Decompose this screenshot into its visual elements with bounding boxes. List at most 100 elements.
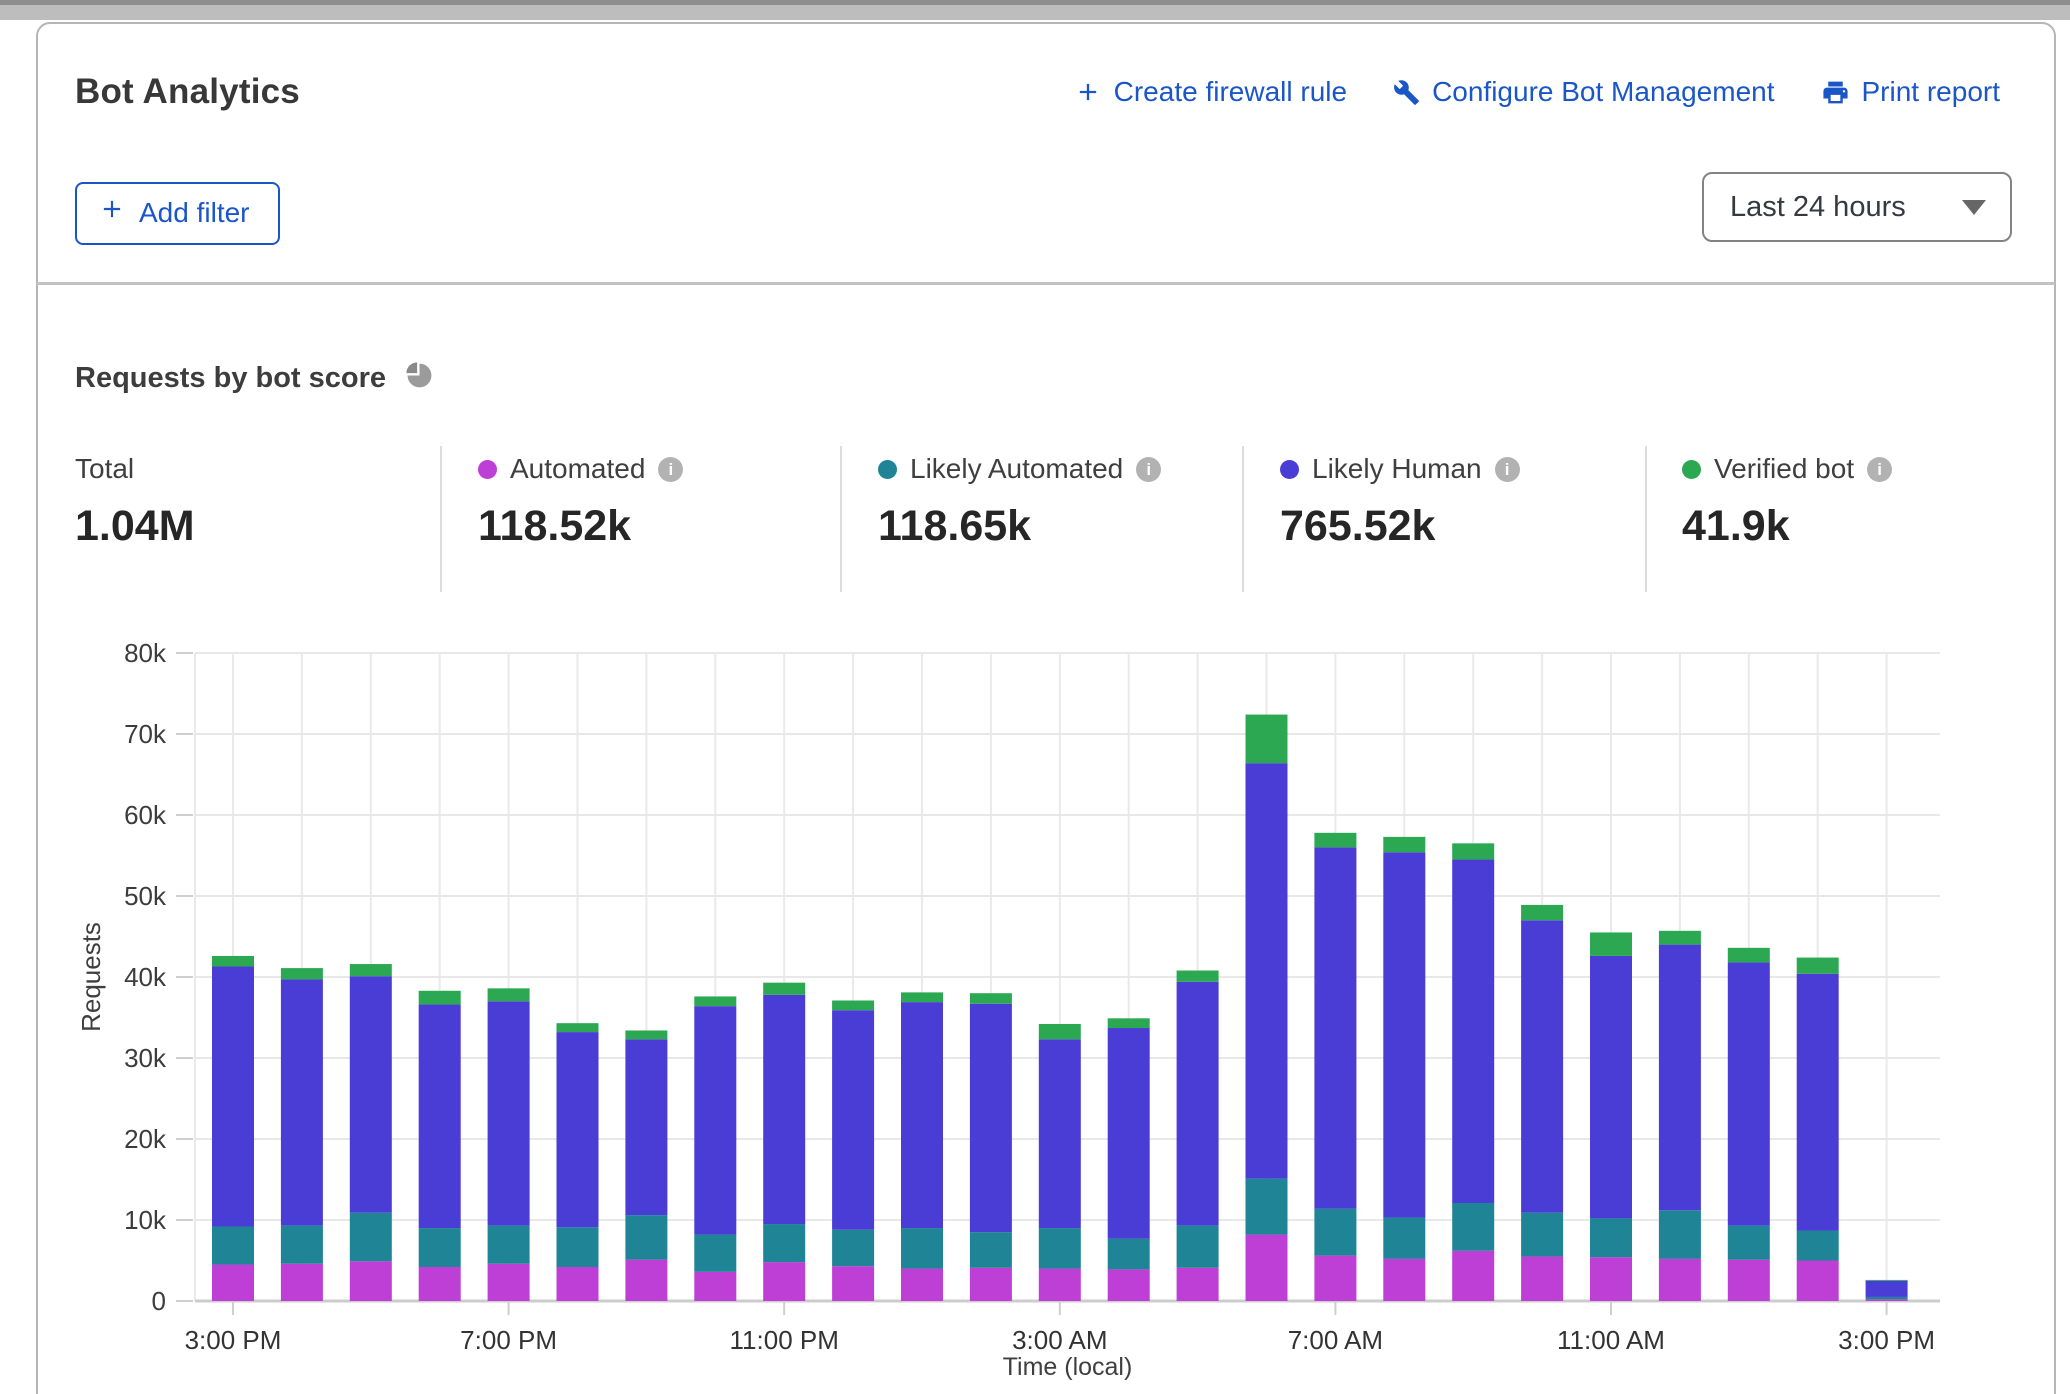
bar-segment-likely-human[interactable] <box>694 1006 736 1234</box>
bar-segment-automated[interactable] <box>1383 1259 1425 1301</box>
bar-segment-likely-human[interactable] <box>350 976 392 1213</box>
bar-segment-automated[interactable] <box>419 1267 461 1301</box>
bar-segment-likely-human[interactable] <box>763 995 805 1224</box>
bar-segment-likely-automated[interactable] <box>1246 1179 1288 1235</box>
bar-segment-automated[interactable] <box>350 1261 392 1301</box>
bar-segment-automated[interactable] <box>1659 1259 1701 1301</box>
bar-segment-likely-automated[interactable] <box>212 1226 254 1264</box>
bar-segment-verified-bot[interactable] <box>1866 1280 1908 1281</box>
bar-segment-likely-human[interactable] <box>1521 920 1563 1212</box>
bar-segment-verified-bot[interactable] <box>970 993 1012 1004</box>
bar-segment-likely-automated[interactable] <box>557 1227 599 1267</box>
bar-segment-verified-bot[interactable] <box>1039 1024 1081 1039</box>
bar-segment-verified-bot[interactable] <box>1590 932 1632 955</box>
bar-segment-likely-human[interactable] <box>557 1032 599 1227</box>
bar-segment-automated[interactable] <box>1452 1251 1494 1301</box>
bar-segment-likely-automated[interactable] <box>1452 1203 1494 1251</box>
bar-segment-automated[interactable] <box>1590 1257 1632 1301</box>
bar-segment-automated[interactable] <box>970 1268 1012 1301</box>
bar-segment-verified-bot[interactable] <box>212 956 254 967</box>
bar-segment-automated[interactable] <box>1246 1235 1288 1301</box>
bar-segment-likely-human[interactable] <box>1108 1028 1150 1239</box>
info-icon[interactable]: i <box>1867 457 1892 482</box>
bar-segment-verified-bot[interactable] <box>350 964 392 976</box>
bar-segment-likely-automated[interactable] <box>1039 1228 1081 1269</box>
bar-segment-likely-automated[interactable] <box>1590 1218 1632 1257</box>
bar-segment-automated[interactable] <box>694 1272 736 1301</box>
bar-segment-automated[interactable] <box>1314 1256 1356 1301</box>
bar-segment-likely-automated[interactable] <box>1659 1210 1701 1259</box>
info-icon[interactable]: i <box>1495 457 1520 482</box>
bar-segment-likely-automated[interactable] <box>1797 1231 1839 1261</box>
bar-segment-verified-bot[interactable] <box>694 996 736 1006</box>
bar-segment-likely-automated[interactable] <box>281 1226 323 1264</box>
bar-segment-likely-human[interactable] <box>212 966 254 1226</box>
bar-segment-likely-human[interactable] <box>1177 982 1219 1226</box>
bar-segment-verified-bot[interactable] <box>1177 971 1219 982</box>
bar-segment-likely-human[interactable] <box>1383 852 1425 1217</box>
bar-segment-verified-bot[interactable] <box>488 988 530 1001</box>
bar-segment-automated[interactable] <box>625 1260 667 1301</box>
bar-segment-automated[interactable] <box>1866 1299 1908 1301</box>
bar-segment-automated[interactable] <box>1728 1260 1770 1301</box>
bar-segment-likely-human[interactable] <box>1866 1281 1908 1297</box>
bar-segment-likely-automated[interactable] <box>1177 1226 1219 1268</box>
bar-segment-likely-human[interactable] <box>625 1039 667 1215</box>
bar-segment-likely-automated[interactable] <box>625 1215 667 1260</box>
bar-segment-likely-automated[interactable] <box>1866 1297 1908 1299</box>
bar-segment-automated[interactable] <box>1108 1269 1150 1301</box>
bar-segment-likely-human[interactable] <box>832 1010 874 1230</box>
bar-segment-likely-automated[interactable] <box>901 1228 943 1269</box>
bar-segment-likely-human[interactable] <box>488 1001 530 1225</box>
bar-segment-likely-human[interactable] <box>1246 763 1288 1179</box>
bar-segment-likely-human[interactable] <box>1590 956 1632 1218</box>
bar-segment-automated[interactable] <box>281 1264 323 1301</box>
bar-segment-verified-bot[interactable] <box>1108 1018 1150 1028</box>
bar-segment-automated[interactable] <box>763 1262 805 1301</box>
add-filter-button[interactable]: Add filter <box>75 182 280 245</box>
bar-segment-automated[interactable] <box>901 1269 943 1301</box>
bar-segment-likely-human[interactable] <box>1314 847 1356 1208</box>
bar-segment-likely-automated[interactable] <box>488 1226 530 1264</box>
bar-segment-verified-bot[interactable] <box>1314 833 1356 848</box>
bar-segment-automated[interactable] <box>1177 1268 1219 1301</box>
bar-segment-likely-automated[interactable] <box>1314 1209 1356 1256</box>
bar-segment-verified-bot[interactable] <box>832 1000 874 1010</box>
info-icon[interactable]: i <box>658 457 683 482</box>
bar-segment-verified-bot[interactable] <box>419 991 461 1005</box>
configure-bot-management-link[interactable]: Configure Bot Management <box>1393 76 1774 108</box>
bar-segment-verified-bot[interactable] <box>901 992 943 1002</box>
bar-segment-verified-bot[interactable] <box>763 983 805 995</box>
bar-segment-verified-bot[interactable] <box>281 968 323 979</box>
info-icon[interactable]: i <box>1136 457 1161 482</box>
bar-segment-automated[interactable] <box>212 1265 254 1301</box>
bar-segment-likely-automated[interactable] <box>1728 1226 1770 1260</box>
bar-segment-automated[interactable] <box>1797 1261 1839 1302</box>
bar-segment-likely-automated[interactable] <box>763 1224 805 1262</box>
bar-segment-verified-bot[interactable] <box>1246 715 1288 764</box>
bar-segment-likely-automated[interactable] <box>419 1228 461 1267</box>
time-range-select[interactable]: Last 24 hours <box>1702 172 2012 242</box>
bar-segment-automated[interactable] <box>1039 1269 1081 1301</box>
bar-segment-likely-human[interactable] <box>1728 962 1770 1225</box>
bar-segment-likely-human[interactable] <box>1452 860 1494 1203</box>
bar-segment-automated[interactable] <box>832 1266 874 1301</box>
bar-segment-verified-bot[interactable] <box>557 1023 599 1032</box>
bar-segment-verified-bot[interactable] <box>1521 905 1563 920</box>
bar-segment-likely-human[interactable] <box>419 1005 461 1229</box>
bar-segment-likely-human[interactable] <box>1659 945 1701 1211</box>
bar-segment-likely-automated[interactable] <box>1108 1239 1150 1270</box>
bar-segment-verified-bot[interactable] <box>1452 843 1494 859</box>
bar-segment-likely-human[interactable] <box>1797 974 1839 1231</box>
bar-segment-likely-human[interactable] <box>901 1002 943 1228</box>
print-report-link[interactable]: Print report <box>1821 76 2001 108</box>
bar-segment-likely-automated[interactable] <box>350 1213 392 1262</box>
bar-segment-likely-automated[interactable] <box>694 1235 736 1272</box>
bar-segment-verified-bot[interactable] <box>1797 958 1839 974</box>
bar-segment-verified-bot[interactable] <box>1383 837 1425 852</box>
bar-segment-likely-automated[interactable] <box>832 1230 874 1266</box>
bar-segment-likely-human[interactable] <box>281 979 323 1225</box>
bar-segment-automated[interactable] <box>557 1267 599 1301</box>
bar-segment-likely-automated[interactable] <box>1521 1213 1563 1257</box>
bar-segment-likely-human[interactable] <box>970 1004 1012 1232</box>
